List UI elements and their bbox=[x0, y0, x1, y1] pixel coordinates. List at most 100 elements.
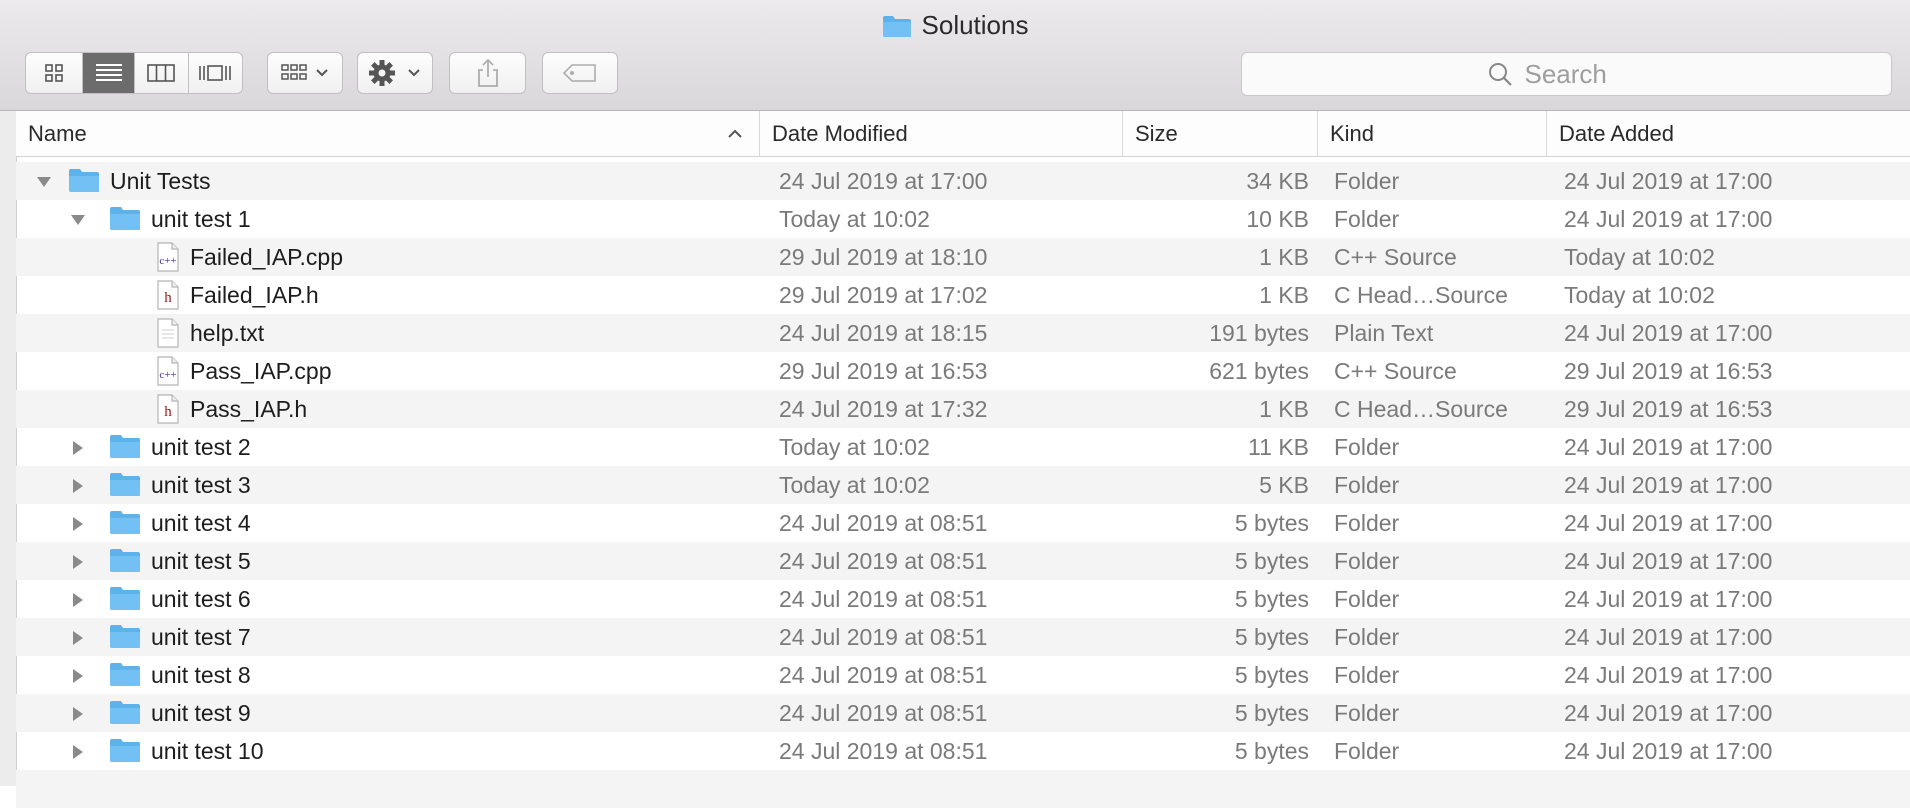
date-added-cell: 24 Jul 2019 at 17:00 bbox=[1564, 434, 1773, 460]
list-row[interactable]: unit test 4 24 Jul 2019 at 08:51 5 bytes Fo… bbox=[16, 504, 1910, 542]
file-name: help.txt bbox=[190, 320, 265, 346]
kind-cell: Plain Text bbox=[1334, 320, 1434, 346]
size-cell: 5 bytes bbox=[1234, 738, 1309, 764]
file-name: unit test 8 bbox=[151, 662, 251, 688]
icon-view-icon bbox=[45, 64, 64, 82]
list-row[interactable]: unit test 8 24 Jul 2019 at 08:51 5 bytes Fo… bbox=[16, 656, 1910, 694]
file-name: Pass_IAP.h bbox=[190, 396, 308, 422]
date-added-cell: 24 Jul 2019 at 17:00 bbox=[1564, 662, 1773, 688]
list-row[interactable]: c++ Failed_IAP.cpp 29 Jul 2019 at 18:10 1 K… bbox=[16, 238, 1910, 276]
disclosure-triangle-closed-icon[interactable] bbox=[70, 440, 86, 456]
list-row[interactable]: unit test 1 Today at 10:02 10 KB Folder 24 J… bbox=[16, 200, 1910, 238]
date-modified-cell: 24 Jul 2019 at 08:51 bbox=[779, 662, 988, 688]
share-icon bbox=[477, 58, 498, 87]
file-name: unit test 7 bbox=[151, 624, 251, 650]
list-row[interactable]: unit test 9 24 Jul 2019 at 08:51 5 bytes Fo… bbox=[16, 694, 1910, 732]
tags-button[interactable] bbox=[542, 52, 618, 94]
disclosure-triangle-closed-icon[interactable] bbox=[70, 744, 86, 760]
list-row[interactable]: unit test 3 Today at 10:02 5 KB Folder 24 Ju… bbox=[16, 466, 1910, 504]
date-added-cell: 24 Jul 2019 at 17:00 bbox=[1564, 624, 1773, 650]
column-header-size-label: Size bbox=[1135, 121, 1178, 146]
date-modified-cell: 24 Jul 2019 at 17:00 bbox=[779, 168, 988, 194]
disclosure-triangle-closed-icon[interactable] bbox=[70, 478, 86, 494]
column-header-date-added-label: Date Added bbox=[1559, 121, 1674, 146]
list-row[interactable]: h Failed_IAP.h 29 Jul 2019 at 17:02 1 KB C H… bbox=[16, 276, 1910, 314]
date-modified-cell: 24 Jul 2019 at 17:32 bbox=[779, 396, 988, 422]
folder-icon bbox=[882, 12, 912, 46]
kind-cell: C Head…Source bbox=[1334, 396, 1508, 422]
list-row[interactable]: unit test 5 24 Jul 2019 at 08:51 5 bytes Fo… bbox=[16, 542, 1910, 580]
date-modified-cell: 24 Jul 2019 at 08:51 bbox=[779, 548, 988, 574]
size-cell: 5 bytes bbox=[1234, 510, 1309, 536]
disclosure-triangle-closed-icon[interactable] bbox=[70, 592, 86, 608]
disclosure-triangle-open-icon[interactable] bbox=[70, 212, 86, 228]
list-row[interactable]: h Pass_IAP.h 24 Jul 2019 at 17:32 1 KB C Hea… bbox=[16, 390, 1910, 428]
gallery-view-button[interactable] bbox=[189, 53, 243, 93]
date-added-cell: 24 Jul 2019 at 17:00 bbox=[1564, 700, 1773, 726]
column-header-date-modified[interactable]: Date Modified bbox=[759, 111, 1122, 156]
list-row[interactable]: unit test 2 Today at 10:02 11 KB Folder 24 J… bbox=[16, 428, 1910, 466]
file-name: Unit Tests bbox=[110, 168, 211, 194]
disclosure-triangle-closed-icon[interactable] bbox=[70, 668, 86, 684]
date-modified-cell: 24 Jul 2019 at 08:51 bbox=[779, 738, 988, 764]
kind-cell: Folder bbox=[1334, 510, 1400, 536]
kind-cell: Folder bbox=[1334, 662, 1400, 688]
kind-cell: C Head…Source bbox=[1334, 282, 1508, 308]
date-modified-cell: 24 Jul 2019 at 18:15 bbox=[779, 320, 988, 346]
disclosure-triangle-closed-icon[interactable] bbox=[70, 516, 86, 532]
size-cell: 1 KB bbox=[1259, 396, 1309, 422]
gear-icon bbox=[369, 60, 420, 86]
size-cell: 5 bytes bbox=[1234, 586, 1309, 612]
file-name: Failed_IAP.h bbox=[190, 282, 319, 308]
column-view-icon bbox=[147, 64, 176, 82]
column-header-name-label: Name bbox=[28, 121, 87, 146]
kind-cell: Folder bbox=[1334, 168, 1400, 194]
list-row[interactable]: unit test 6 24 Jul 2019 at 08:51 5 bytes Fo… bbox=[16, 580, 1910, 618]
date-modified-cell: 24 Jul 2019 at 08:51 bbox=[779, 586, 988, 612]
column-header-name[interactable]: Name bbox=[16, 111, 759, 156]
column-header-size[interactable]: Size bbox=[1122, 111, 1317, 156]
file-name: unit test 4 bbox=[151, 510, 251, 536]
column-header-kind[interactable]: Kind bbox=[1317, 111, 1546, 156]
list-row[interactable]: c++ Pass_IAP.cpp 29 Jul 2019 at 16:53 621 b… bbox=[16, 352, 1910, 390]
window-toolbar: Solutions bbox=[0, 0, 1910, 111]
list-row[interactable]: unit test 10 24 Jul 2019 at 08:51 5 bytes F… bbox=[16, 732, 1910, 770]
size-cell: 5 bytes bbox=[1234, 662, 1309, 688]
column-view-button[interactable] bbox=[135, 53, 189, 93]
action-menu-button[interactable] bbox=[357, 52, 433, 94]
date-modified-cell: Today at 10:02 bbox=[779, 206, 930, 232]
view-mode-segmented-control bbox=[25, 52, 243, 94]
date-added-cell: 24 Jul 2019 at 17:00 bbox=[1564, 320, 1773, 346]
disclosure-triangle-open-icon[interactable] bbox=[36, 174, 52, 190]
list-view-button[interactable] bbox=[83, 53, 135, 93]
column-header-bar: Name Date Modified Size Kind Date Added bbox=[16, 111, 1910, 157]
svg-text:h: h bbox=[164, 290, 172, 306]
group-by-button[interactable] bbox=[267, 52, 343, 94]
kind-cell: C++ Source bbox=[1334, 244, 1457, 270]
file-name: unit test 9 bbox=[151, 700, 251, 726]
search-field[interactable] bbox=[1241, 52, 1892, 96]
icon-view-button[interactable] bbox=[26, 53, 84, 93]
list-row[interactable]: unit test 7 24 Jul 2019 at 08:51 5 bytes Fo… bbox=[16, 618, 1910, 656]
size-cell: 10 KB bbox=[1246, 206, 1309, 232]
file-name: unit test 10 bbox=[151, 738, 264, 764]
list-row[interactable]: Unit Tests 24 Jul 2019 at 17:00 34 KB Folde… bbox=[16, 162, 1910, 200]
kind-cell: Folder bbox=[1334, 738, 1400, 764]
size-cell: 191 bytes bbox=[1209, 320, 1309, 346]
column-header-date-added[interactable]: Date Added bbox=[1546, 111, 1910, 156]
list-row[interactable]: help.txt 24 Jul 2019 at 18:15 191 bytes Pla… bbox=[16, 314, 1910, 352]
share-button[interactable] bbox=[449, 52, 526, 94]
disclosure-triangle-closed-icon[interactable] bbox=[70, 554, 86, 570]
date-added-cell: 24 Jul 2019 at 17:00 bbox=[1564, 738, 1773, 764]
search-input[interactable] bbox=[1522, 57, 1647, 91]
size-cell: 34 KB bbox=[1246, 168, 1309, 194]
svg-text:c++: c++ bbox=[159, 369, 176, 381]
sort-ascending-icon bbox=[727, 111, 743, 156]
disclosure-triangle-closed-icon[interactable] bbox=[70, 630, 86, 646]
size-cell: 1 KB bbox=[1259, 282, 1309, 308]
kind-cell: Folder bbox=[1334, 700, 1400, 726]
date-modified-cell: 29 Jul 2019 at 18:10 bbox=[779, 244, 988, 270]
disclosure-triangle-closed-icon[interactable] bbox=[70, 706, 86, 722]
svg-text:c++: c++ bbox=[159, 255, 176, 267]
file-name: unit test 6 bbox=[151, 586, 251, 612]
